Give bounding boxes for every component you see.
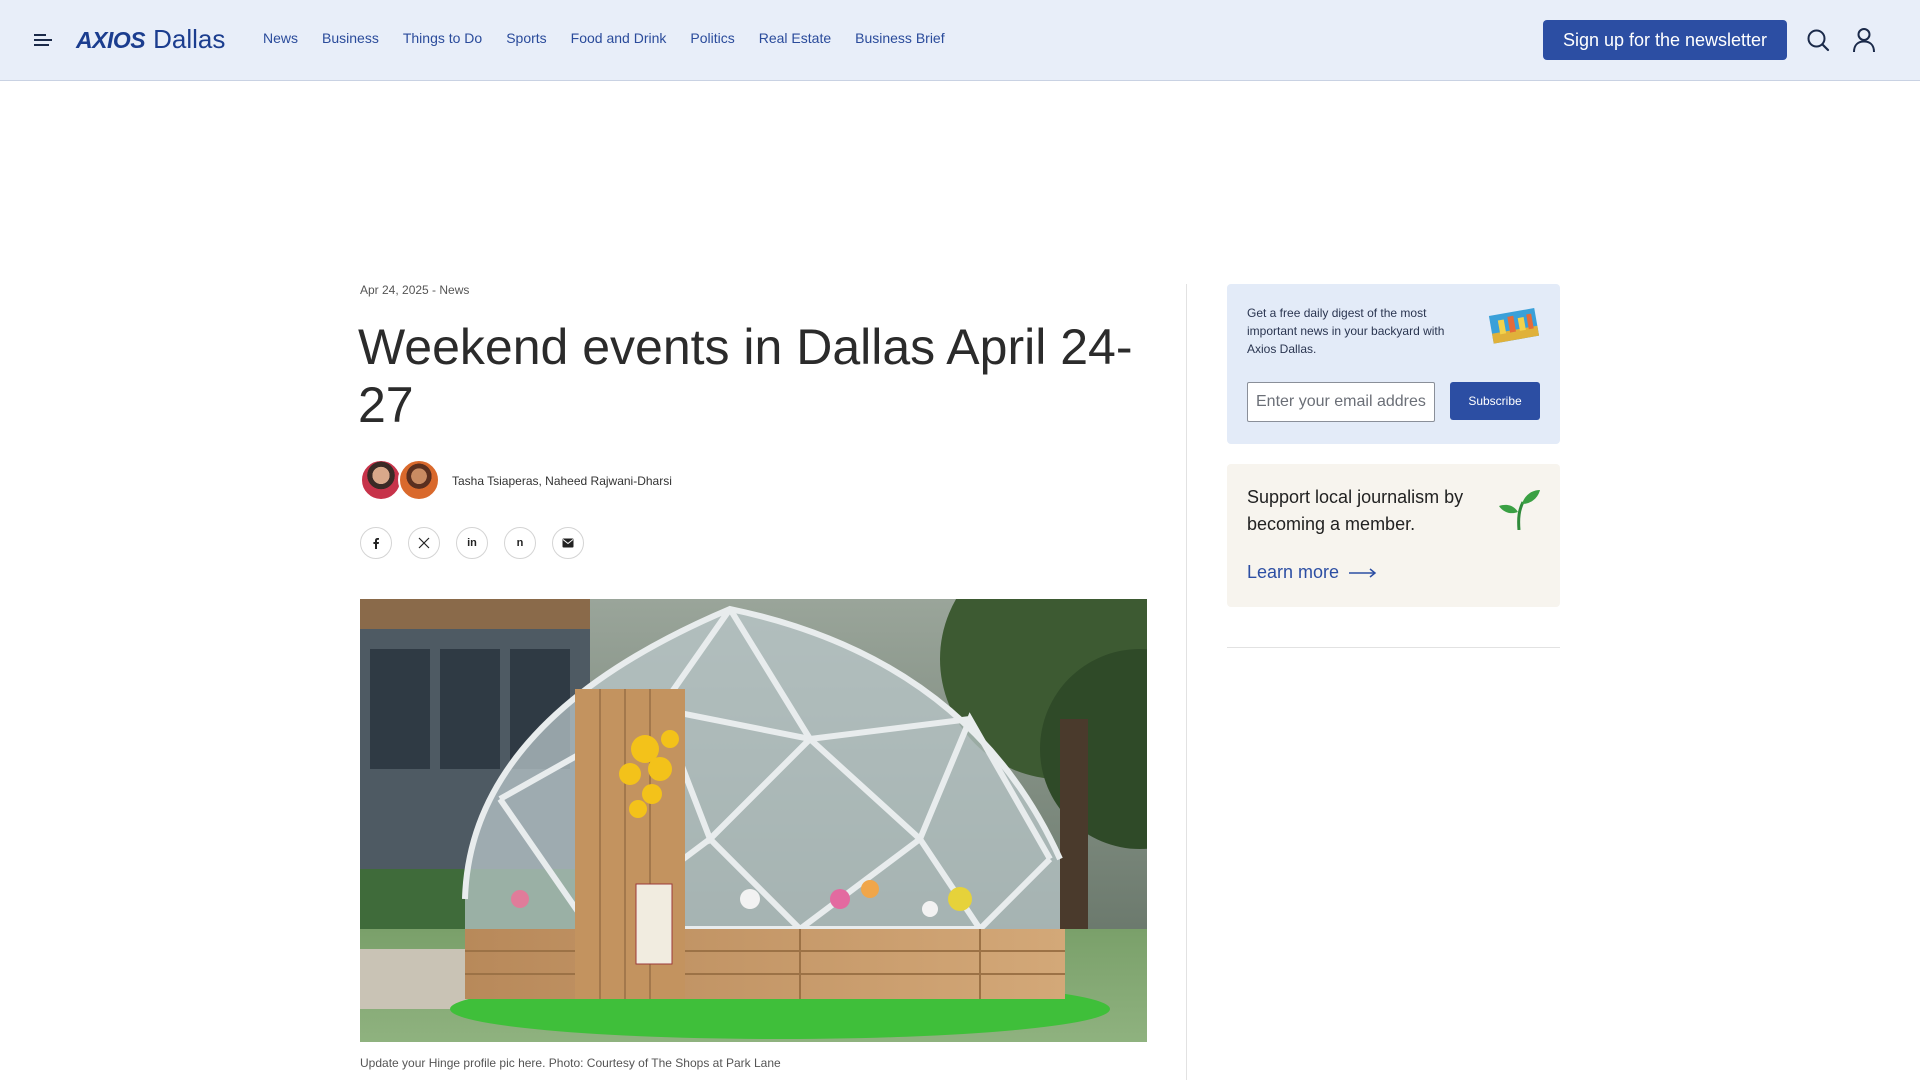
article-headline: Weekend events in Dallas April 24-27 bbox=[358, 319, 1133, 433]
menu-icon[interactable] bbox=[32, 29, 54, 51]
logo-city: Dallas bbox=[153, 24, 226, 54]
nav-item-politics[interactable]: Politics bbox=[690, 30, 734, 46]
avatar[interactable] bbox=[360, 459, 402, 501]
user-icon[interactable] bbox=[1852, 27, 1876, 53]
sidebar-divider bbox=[1227, 647, 1560, 648]
newsletter-text: Get a free daily digest of the most impo… bbox=[1247, 306, 1445, 356]
membership-text: Support local journalism by becoming a m… bbox=[1247, 487, 1464, 534]
email-icon[interactable] bbox=[552, 527, 584, 559]
linkedin-label: in bbox=[467, 537, 477, 549]
site-logo[interactable]: AXIOS Dallas bbox=[76, 24, 225, 55]
newsletter-signup-button[interactable]: Sign up for the newsletter bbox=[1543, 20, 1787, 60]
search-icon[interactable] bbox=[1806, 28, 1830, 52]
threads-label: n bbox=[516, 537, 524, 549]
geodesic-dome-photo bbox=[360, 599, 1147, 1042]
nav-item-food-and-drink[interactable]: Food and Drink bbox=[571, 30, 667, 46]
dallas-postcard-icon bbox=[1485, 304, 1541, 348]
facebook-icon[interactable] bbox=[360, 527, 392, 559]
author-avatars bbox=[360, 459, 440, 503]
membership-card: Support local journalism by becoming a m… bbox=[1227, 464, 1560, 607]
share-bar: in n bbox=[360, 527, 584, 559]
nav-item-real-estate[interactable]: Real Estate bbox=[759, 30, 831, 46]
article-dateline: Apr 24, 2025 - News bbox=[360, 283, 470, 297]
learn-more-link[interactable]: Learn more bbox=[1247, 562, 1377, 583]
nav-item-things-to-do[interactable]: Things to Do bbox=[403, 30, 482, 46]
subscribe-button[interactable]: Subscribe bbox=[1450, 382, 1540, 420]
sprout-icon bbox=[1497, 488, 1541, 531]
linkedin-icon[interactable]: in bbox=[456, 527, 488, 559]
logo-brand: AXIOS bbox=[76, 27, 146, 53]
nav-item-news[interactable]: News bbox=[263, 30, 298, 46]
nav-item-business[interactable]: Business bbox=[322, 30, 379, 46]
column-divider bbox=[1186, 284, 1187, 1080]
nav-item-business-brief[interactable]: Business Brief bbox=[855, 30, 944, 46]
x-icon[interactable] bbox=[408, 527, 440, 559]
author-byline[interactable]: Tasha Tsiaperas, Naheed Rajwani-Dharsi bbox=[452, 474, 672, 488]
main-nav: News Business Things to Do Sports Food a… bbox=[263, 30, 969, 46]
nav-item-sports[interactable]: Sports bbox=[506, 30, 546, 46]
newsletter-card: Get a free daily digest of the most impo… bbox=[1227, 284, 1560, 444]
arrow-right-icon bbox=[1349, 567, 1377, 578]
image-caption: Update your Hinge profile pic here. Phot… bbox=[360, 1056, 781, 1070]
site-header: AXIOS Dallas News Business Things to Do … bbox=[0, 0, 1920, 81]
threads-icon[interactable]: n bbox=[504, 527, 536, 559]
learn-more-label: Learn more bbox=[1247, 562, 1340, 582]
hero-image bbox=[360, 599, 1147, 1042]
email-field[interactable] bbox=[1247, 382, 1435, 422]
avatar[interactable] bbox=[398, 459, 440, 501]
